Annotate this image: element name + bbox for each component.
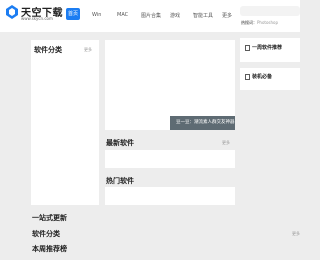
nav-more[interactable]: 更多 — [222, 12, 232, 19]
nav-win[interactable]: Win — [92, 12, 101, 18]
essential-title: 装机必备 — [252, 74, 273, 80]
nav-games[interactable]: 游戏 — [170, 12, 180, 19]
banner-caption[interactable]: 豆一豆：潮流素人群交友神器 — [170, 116, 235, 130]
daily-update-title: 一站式更新 — [32, 214, 67, 222]
latest-more-link[interactable]: 更多 — [222, 140, 230, 146]
nav-smart-tools[interactable]: 智能工具 — [193, 12, 213, 19]
site-url: www.skycn.com — [21, 16, 53, 21]
logo-icon[interactable] — [6, 5, 18, 19]
latest-software-list — [105, 150, 235, 168]
nav-home[interactable]: 首页 — [66, 8, 80, 20]
latest-software-title: 最新软件 — [106, 139, 134, 147]
category-section-title: 软件分类 — [32, 230, 60, 238]
weekly-recommend-icon — [245, 45, 250, 51]
hot-search-label: 热搜词： — [241, 20, 257, 25]
category-more-link[interactable]: 更多 — [84, 47, 92, 53]
category-panel — [31, 40, 99, 205]
hot-search-term[interactable]: Photoshop — [257, 20, 278, 25]
hot-software-title: 热门软件 — [106, 177, 134, 185]
search-input[interactable] — [240, 6, 300, 16]
bottom-more-link[interactable]: 更多 — [292, 231, 300, 237]
nav-image-collection[interactable]: 图片合集 — [141, 12, 161, 19]
essential-icon — [245, 74, 250, 80]
hot-search: 热搜词：Photoshop — [241, 20, 278, 26]
category-title: 软件分类 — [34, 46, 62, 54]
hot-software-list — [105, 187, 235, 205]
weekly-recommend-title: 一周软件推荐 — [252, 45, 283, 51]
weekly-rank-title: 本周推荐榜 — [32, 245, 67, 253]
nav-mac[interactable]: MAC — [117, 12, 128, 18]
